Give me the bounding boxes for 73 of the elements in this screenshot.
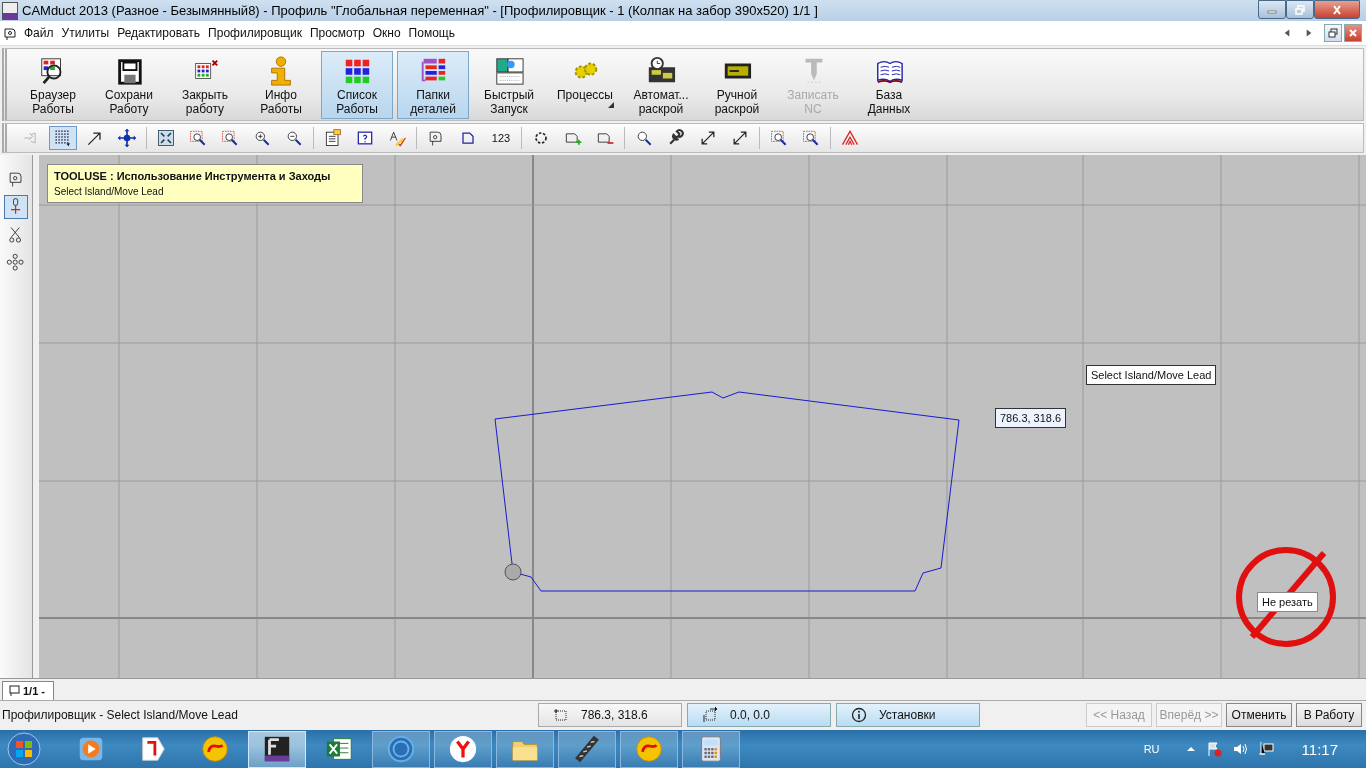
zoom-window-icon	[801, 128, 821, 148]
restore-button[interactable]	[1286, 0, 1314, 19]
close-icon	[1331, 4, 1343, 15]
minimize-button[interactable]	[1258, 0, 1286, 19]
toolbar-button[interactable]: Список Работы	[321, 50, 393, 119]
sheet-tab-label: 1/1 -	[23, 684, 45, 697]
restore-icon	[1327, 27, 1339, 39]
coin-icon	[634, 734, 664, 764]
clock[interactable]: 11:17	[1301, 740, 1338, 758]
position-value: 786.3, 318.6	[581, 708, 648, 723]
no-cut-label: Не резать	[1256, 591, 1318, 612]
move-icon	[117, 128, 137, 148]
toolbar-button[interactable]: Ручной раскрой	[701, 50, 773, 119]
clipboard-icon	[323, 128, 343, 148]
zoom-window-icon	[220, 128, 240, 148]
nodes-icon	[6, 252, 26, 273]
no-cut-sign-icon	[1233, 544, 1338, 649]
zoom-window-icon	[188, 128, 208, 148]
menu-item[interactable]: Утилиты	[57, 26, 114, 40]
toolbar-button[interactable]: Инфо Работы	[245, 50, 317, 119]
zoom-window-icon	[769, 128, 789, 148]
toolbar-button[interactable]: Закрыть работу	[169, 50, 241, 119]
caret-up-icon[interactable]	[1185, 744, 1196, 754]
taskbar-button[interactable]	[558, 730, 616, 768]
restore-icon	[1294, 4, 1306, 15]
info-icon	[851, 707, 867, 724]
toolbar-button[interactable]: Браузер Работы	[17, 50, 89, 119]
coordinates-tooltip: 786.3, 318.6	[994, 407, 1067, 428]
selection-icon	[553, 707, 569, 724]
hint-text: Select Island/Move Lead	[53, 185, 165, 197]
menu-item[interactable]: Окно	[368, 26, 405, 40]
menu-item[interactable]: Просмотр	[305, 26, 369, 40]
wizard-button[interactable]: Отменить	[1226, 703, 1292, 728]
app-icon	[262, 734, 292, 764]
language-indicator[interactable]: RU	[1143, 743, 1160, 755]
offset-icon	[702, 707, 718, 724]
flag-icon[interactable]	[1205, 741, 1222, 757]
toolbar-button[interactable]: 123	[486, 126, 516, 150]
network-icon[interactable]	[1257, 741, 1274, 757]
drawing-canvas[interactable]: TOOLUSE : Использование Инструмента и Заходы Select Island/Move Lead Select Island/Move Lead 786.3, 318.6 Не резать	[38, 154, 1366, 678]
windows-icon	[494, 55, 524, 86]
menu-item[interactable]: Помощь	[404, 26, 459, 40]
toolbar-button[interactable]: Автомат... раскрой	[625, 50, 697, 119]
document-icon[interactable]	[2, 25, 18, 41]
coin-icon	[200, 734, 230, 764]
status-message: Профилировщик - Select Island/Move Lead	[2, 708, 239, 723]
toolbar-button[interactable]: База Данных	[853, 50, 925, 119]
close-button[interactable]	[1314, 0, 1360, 19]
close-icon	[1347, 27, 1359, 39]
toolbar-button[interactable]: Сохрани Работу	[93, 50, 165, 119]
chevron-icon	[840, 128, 860, 148]
offset-value: 0.0, 0.0	[730, 708, 771, 723]
window-title: CAMduct 2013 (Разное - Безымянный8) - Профиль "Глобальная переменная" - [Профилировщик - 1 (Колпак на забор 390x520) 1/1 ]	[22, 3, 818, 19]
tooltip: Select Island/Move Lead	[1085, 364, 1217, 385]
lead-point-marker[interactable]	[504, 563, 522, 581]
close-document-button[interactable]	[1344, 24, 1362, 42]
sheet-tab[interactable]: 1/1 -	[2, 680, 54, 700]
menu-item[interactable]: Профилировщик	[204, 26, 306, 40]
speaker-icon[interactable]	[1231, 741, 1248, 757]
settings-button[interactable]: Установки	[836, 703, 980, 728]
toolbar-button[interactable]: Быстрый Запуск	[473, 50, 545, 119]
hint-title: TOOLUSE : Использование Инструмента и Заходы	[53, 169, 332, 182]
circle-logo-icon	[386, 734, 416, 764]
fit-icon	[156, 128, 176, 148]
menu-item[interactable]: Редактировать	[113, 26, 205, 40]
restore-document-button[interactable]	[1324, 24, 1342, 42]
circle-logo-icon	[448, 734, 478, 764]
toolbar-button[interactable]: Процессы	[549, 50, 621, 119]
menu-item[interactable]: Файл	[20, 26, 58, 40]
toolbar-button[interactable]: Папки деталей	[397, 50, 469, 119]
grid-icon	[53, 128, 73, 148]
wizard-button[interactable]: В Работу	[1296, 703, 1362, 728]
app-icon	[2, 1, 18, 20]
